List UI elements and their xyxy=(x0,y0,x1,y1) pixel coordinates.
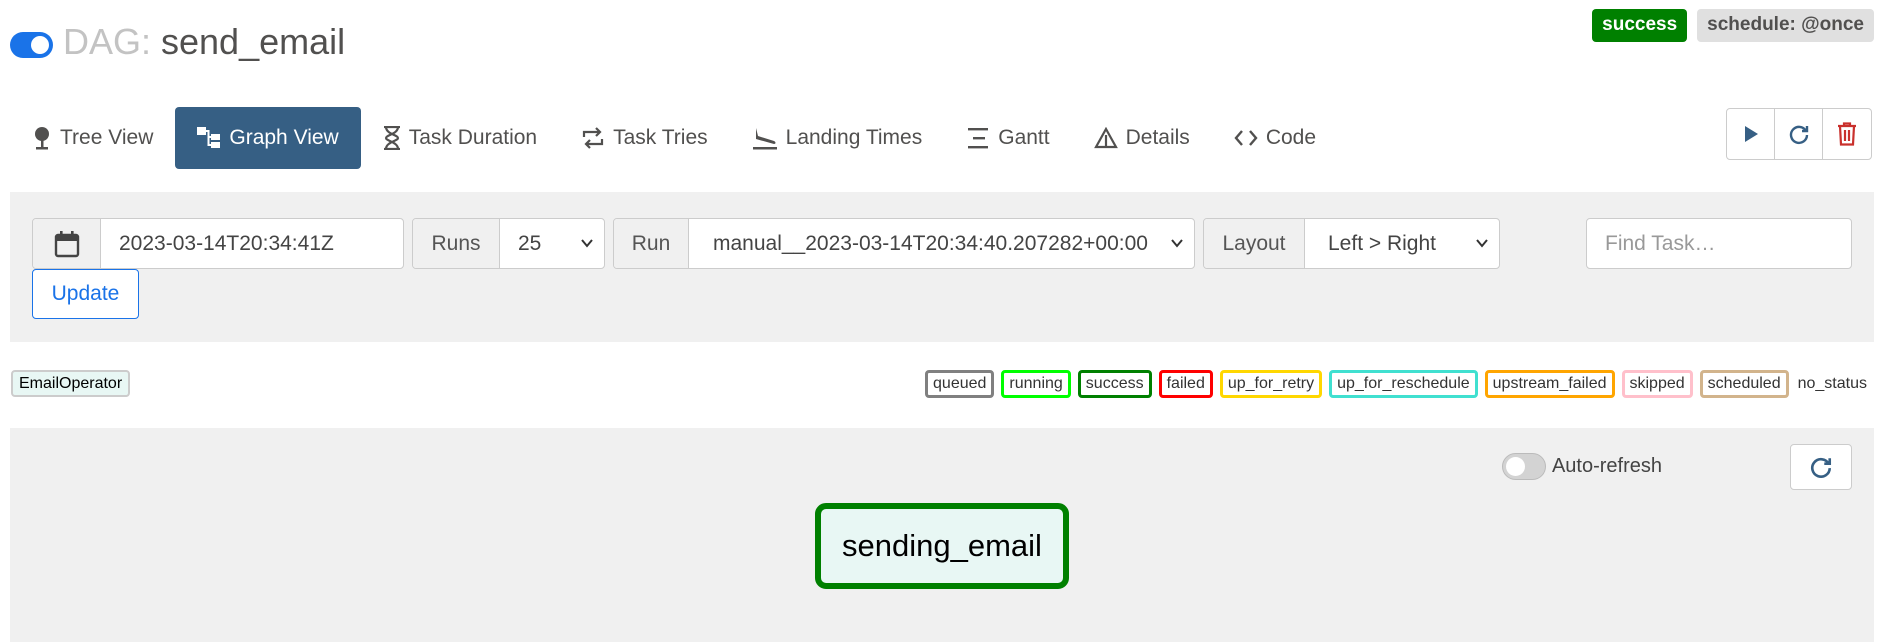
layout-label: Layout xyxy=(1204,219,1305,268)
runs-value: 25 xyxy=(518,231,542,255)
legend-state-up-for-retry[interactable]: up_for_retry xyxy=(1219,370,1323,398)
dag-id: send_email xyxy=(161,21,346,62)
base-date-input[interactable]: 2023-03-14T20:34:41Z xyxy=(101,219,352,268)
tab-gantt[interactable]: Gantt xyxy=(944,107,1071,169)
layout-select[interactable]: Left > Right xyxy=(1305,219,1499,268)
runs-label: Runs xyxy=(413,219,500,268)
filter-panel: 2023-03-14T20:34:41Z Runs 25 Run manual_… xyxy=(10,192,1874,342)
dag-header: DAG: send_email xyxy=(10,21,346,62)
legend-state-running[interactable]: running xyxy=(1001,370,1071,398)
filter-controls: 2023-03-14T20:34:41Z Runs 25 Run manual_… xyxy=(32,218,1500,269)
chevron-down-icon xyxy=(581,239,593,248)
run-select[interactable]: manual__2023-03-14T20:34:40.207282+00:00 xyxy=(689,219,1194,268)
dag-label: DAG: xyxy=(63,21,152,62)
schedule-badge: schedule: @once xyxy=(1697,9,1874,42)
layout-group: Layout Left > Right xyxy=(1203,218,1500,269)
play-icon xyxy=(1744,126,1758,142)
runs-select[interactable]: 25 xyxy=(500,219,604,268)
base-date-group: 2023-03-14T20:34:41Z xyxy=(32,218,404,269)
run-group: Run manual__2023-03-14T20:34:40.207282+0… xyxy=(613,218,1195,269)
code-icon xyxy=(1234,130,1258,146)
auto-refresh-label: Auto-refresh xyxy=(1551,455,1662,477)
graph-icon xyxy=(197,127,221,148)
tab-label: Task Duration xyxy=(408,126,538,149)
chevron-down-icon xyxy=(1476,239,1488,248)
hourglass-icon xyxy=(383,126,400,150)
tab-tree-view[interactable]: Tree View xyxy=(10,107,175,169)
update-button[interactable]: Update xyxy=(32,269,139,319)
tab-graph-view[interactable]: Graph View xyxy=(175,107,361,169)
legend-state-no-status[interactable]: no_status xyxy=(1795,370,1872,398)
auto-refresh-switch[interactable] xyxy=(1501,453,1546,480)
calendar-addon[interactable] xyxy=(33,219,101,268)
legend-state-skipped[interactable]: skipped xyxy=(1621,370,1693,398)
triangle-warning-icon xyxy=(1093,127,1118,149)
graph-panel: Auto-refresh sending_email xyxy=(10,428,1874,642)
tree-icon xyxy=(35,127,49,150)
calendar-icon xyxy=(54,230,79,257)
refresh-icon xyxy=(1789,125,1808,145)
legend-state-up-for-reschedule[interactable]: up_for_reschedule xyxy=(1329,370,1478,398)
dag-actions xyxy=(1726,108,1872,160)
refresh-dag-button[interactable] xyxy=(1775,109,1823,159)
run-label: Run xyxy=(614,219,689,268)
legend-state-scheduled[interactable]: scheduled xyxy=(1699,370,1789,398)
tab-label: Graph View xyxy=(229,126,339,149)
find-task-input[interactable]: Find Task… xyxy=(1586,218,1852,269)
tab-label: Landing Times xyxy=(785,126,923,149)
tab-details[interactable]: Details xyxy=(1072,107,1212,169)
tab-label: Gantt xyxy=(998,126,1050,149)
operator-legend-emailoperator[interactable]: EmailOperator xyxy=(11,370,131,397)
trigger-dag-button[interactable] xyxy=(1727,109,1775,159)
legend-state-upstream-failed[interactable]: upstream_failed xyxy=(1484,370,1615,398)
status-badge[interactable]: success xyxy=(1592,9,1688,42)
dag-pause-toggle[interactable] xyxy=(10,32,53,58)
run-value: manual__2023-03-14T20:34:40.207282+00:00 xyxy=(713,231,1148,255)
tab-label: Tree View xyxy=(60,126,154,149)
runs-group: Runs 25 xyxy=(412,218,605,269)
legend-state-success[interactable]: success xyxy=(1077,370,1152,398)
tab-label: Task Tries xyxy=(613,126,708,149)
tab-label: Code xyxy=(1265,126,1317,149)
chevron-down-icon xyxy=(1171,239,1183,248)
auto-refresh[interactable]: Auto-refresh xyxy=(1501,453,1662,480)
tab-task-tries[interactable]: Task Tries xyxy=(559,107,730,169)
gantt-icon xyxy=(968,128,989,149)
tab-label: Details xyxy=(1125,126,1190,149)
legend-state-queued[interactable]: queued xyxy=(925,370,995,398)
plane-landing-icon xyxy=(752,128,777,150)
legend-state-failed[interactable]: failed xyxy=(1158,370,1213,398)
dag-badges: success schedule: @once xyxy=(1592,9,1874,42)
layout-value: Left > Right xyxy=(1328,231,1436,255)
delete-dag-button[interactable] xyxy=(1823,109,1871,159)
tab-code[interactable]: Code xyxy=(1212,107,1338,169)
refresh-icon xyxy=(1811,457,1832,478)
refresh-graph-button[interactable] xyxy=(1790,444,1852,490)
tab-landing-times[interactable]: Landing Times xyxy=(730,107,945,169)
task-node-sending-email[interactable]: sending_email xyxy=(815,503,1069,589)
trash-icon xyxy=(1838,122,1856,146)
repeat-icon xyxy=(583,127,604,149)
view-tabs: Tree View Graph View Task Duration Task … xyxy=(10,107,1338,169)
tab-task-duration[interactable]: Task Duration xyxy=(361,107,559,169)
state-legend: queued running success failed up_for_ret… xyxy=(925,370,1872,398)
